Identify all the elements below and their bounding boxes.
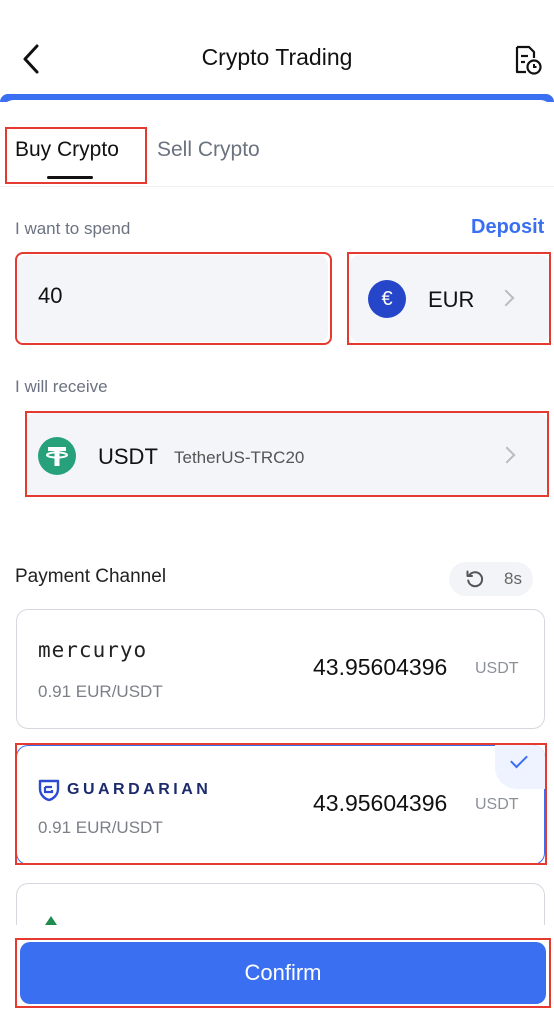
- tab-sell-crypto[interactable]: Sell Crypto: [157, 138, 260, 162]
- channel-rate: 0.91 EUR/USDT: [38, 818, 163, 837]
- checkmark-icon: [510, 750, 528, 769]
- tether-icon: [38, 437, 76, 475]
- channel-rate: 0.91 EUR/USDT: [38, 682, 163, 701]
- spend-currency-select[interactable]: € EUR: [350, 255, 550, 342]
- chevron-right-icon: [498, 446, 516, 464]
- mercuryo-brand: mercuryo: [38, 638, 148, 662]
- deposit-link[interactable]: Deposit: [471, 216, 544, 239]
- active-tab-indicator: [47, 176, 93, 179]
- receive-label: I will receive: [15, 377, 108, 396]
- tabs-divider: [0, 186, 554, 187]
- spend-amount-field[interactable]: [18, 255, 328, 342]
- payment-channel-mercuryo[interactable]: mercuryo 0.91 EUR/USDT 43.95604396 USDT: [16, 609, 545, 729]
- tab-buy-crypto[interactable]: Buy Crypto: [15, 138, 119, 162]
- receive-currency-code: USDT: [98, 444, 158, 469]
- spend-label: I want to spend: [15, 219, 131, 238]
- refresh-icon: [466, 570, 484, 588]
- channel-unit: USDT: [475, 660, 519, 677]
- chevron-right-icon: [497, 289, 515, 307]
- spend-currency-code: EUR: [428, 287, 475, 312]
- spend-amount-input[interactable]: [38, 283, 308, 309]
- receive-currency-select[interactable]: USDT TetherUS-TRC20: [26, 413, 548, 497]
- euro-icon: €: [368, 280, 406, 318]
- channel-unit: USDT: [475, 796, 519, 813]
- order-history-icon: [515, 45, 542, 75]
- guardarian-brand: GUARDARIAN: [67, 781, 212, 798]
- guardarian-logo-icon: [38, 779, 60, 802]
- top-bar: Crypto Trading: [0, 0, 554, 96]
- refresh-quote-button[interactable]: 8s: [449, 562, 533, 596]
- selected-badge: [495, 745, 545, 789]
- payment-channel-title: Payment Channel: [15, 566, 167, 587]
- channel-amount: 43.95604396: [313, 790, 448, 816]
- channel-amount: 43.95604396: [313, 654, 448, 680]
- order-history-button[interactable]: [512, 44, 544, 76]
- confirm-button[interactable]: Confirm: [20, 942, 546, 1004]
- refresh-countdown: 8s: [504, 569, 522, 588]
- receive-network: TetherUS-TRC20: [174, 448, 305, 467]
- page-title: Crypto Trading: [201, 44, 353, 70]
- payment-channel-guardarian[interactable]: GUARDARIAN 0.91 EUR/USDT 43.95604396 USD…: [16, 745, 545, 865]
